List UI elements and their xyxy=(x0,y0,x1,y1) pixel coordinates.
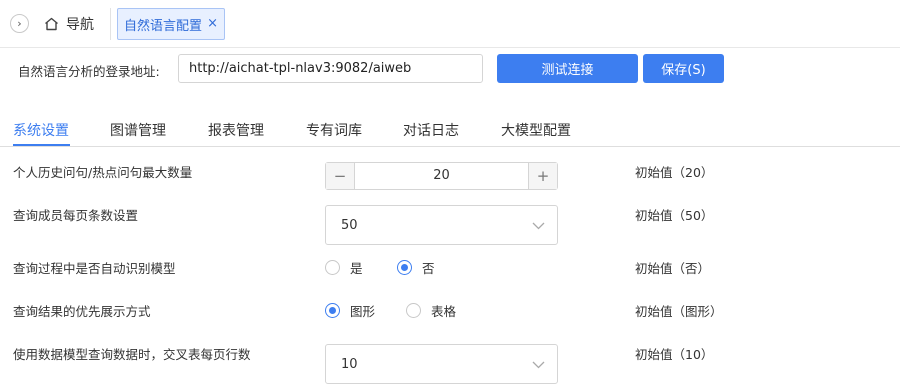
setting-label-history-max: 个人历史问句/热点问句最大数量 xyxy=(13,165,193,180)
tab-graph-management[interactable]: 图谱管理 xyxy=(110,120,166,140)
setting-label-result-display: 查询结果的优先展示方式 xyxy=(13,304,151,319)
chevron-right-icon[interactable]: › xyxy=(10,14,29,33)
chevron-down-icon xyxy=(532,358,545,373)
radio-dot xyxy=(325,260,340,275)
crosstab-rows-select[interactable]: 10 xyxy=(325,344,558,384)
setting-label-crosstab-rows: 使用数据模型查询数据时，交叉表每页行数 xyxy=(13,347,251,362)
members-per-page-select[interactable]: 50 xyxy=(325,205,558,245)
test-connection-button[interactable]: 测试连接 xyxy=(497,54,638,83)
tab-system-settings[interactable]: 系统设置 xyxy=(13,120,69,140)
crosstab-rows-value: 10 xyxy=(341,357,358,372)
setting-label-members-per-page: 查询成员每页条数设置 xyxy=(13,208,139,223)
history-max-stepper: − 20 + xyxy=(325,162,558,190)
initial-value-members-per-page: 初始值（50） xyxy=(635,208,714,223)
tab-home-label: 导航 xyxy=(66,17,94,33)
tab-nl-config-label: 自然语言配置 xyxy=(124,18,203,34)
chevron-down-icon xyxy=(532,219,545,234)
initial-value-history-max: 初始值（20） xyxy=(635,165,714,180)
radio-dot xyxy=(406,303,421,318)
setting-label-auto-detect-model: 查询过程中是否自动识别模型 xyxy=(13,261,176,276)
tab-llm-config[interactable]: 大模型配置 xyxy=(501,120,571,140)
radio-auto-detect-yes[interactable]: 是 xyxy=(325,258,363,277)
radio-label: 是 xyxy=(350,261,363,276)
radio-label: 图形 xyxy=(350,304,376,319)
radio-display-chart[interactable]: 图形 xyxy=(325,301,375,320)
home-icon xyxy=(44,17,59,31)
tab-nl-config[interactable]: 自然语言配置 × xyxy=(117,8,225,40)
radio-dot-selected xyxy=(397,260,412,275)
tab-divider xyxy=(110,8,111,40)
radio-auto-detect-no[interactable]: 否 xyxy=(397,258,435,277)
decrement-button[interactable]: − xyxy=(326,163,355,189)
radio-dot-selected xyxy=(325,303,340,318)
section-tabs: 系统设置 图谱管理 报表管理 专有词库 对话日志 大模型配置 xyxy=(0,109,900,147)
initial-value-result-display: 初始值（图形） xyxy=(635,304,723,319)
tab-glossary[interactable]: 专有词库 xyxy=(306,120,362,140)
save-button[interactable]: 保存(S) xyxy=(643,54,724,83)
login-address-label: 自然语言分析的登录地址: xyxy=(18,64,160,79)
radio-label: 表格 xyxy=(431,304,457,319)
initial-value-crosstab-rows: 初始值（10） xyxy=(635,347,714,362)
increment-button[interactable]: + xyxy=(528,163,557,189)
tab-bar: › 导航 自然语言配置 × xyxy=(0,0,900,48)
radio-display-table[interactable]: 表格 xyxy=(406,301,456,320)
tab-report-management[interactable]: 报表管理 xyxy=(208,120,264,140)
history-max-value[interactable]: 20 xyxy=(355,163,528,189)
login-address-row: 自然语言分析的登录地址: 测试连接 保存(S) xyxy=(0,49,900,89)
initial-value-auto-detect-model: 初始值（否） xyxy=(635,261,711,276)
tab-home[interactable]: 导航 xyxy=(44,13,94,35)
active-tab-indicator xyxy=(13,144,70,146)
members-per-page-value: 50 xyxy=(341,218,358,233)
login-address-input[interactable] xyxy=(178,54,483,83)
close-icon[interactable]: × xyxy=(207,16,218,32)
radio-label: 否 xyxy=(422,261,435,276)
tab-dialog-log[interactable]: 对话日志 xyxy=(403,120,459,140)
